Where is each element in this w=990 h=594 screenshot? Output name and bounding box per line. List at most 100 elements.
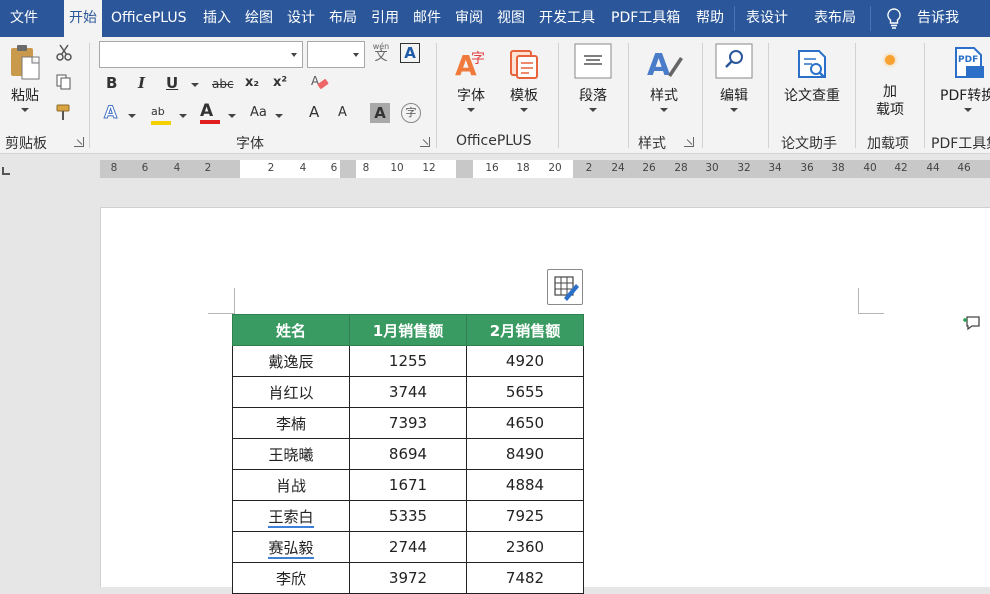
add-comment-icon[interactable] bbox=[963, 314, 981, 332]
tab-help[interactable]: 帮助 bbox=[696, 0, 724, 37]
paste-label: 粘贴 bbox=[11, 88, 39, 104]
bold-button[interactable]: B bbox=[106, 74, 117, 92]
tab-design[interactable]: 设计 bbox=[287, 0, 315, 37]
lightbulb-icon bbox=[887, 8, 901, 29]
tab-references[interactable]: 引用 bbox=[371, 0, 399, 37]
tab-view[interactable]: 视图 bbox=[497, 0, 525, 37]
tab-mailings[interactable]: 邮件 bbox=[413, 0, 441, 37]
table-cell[interactable]: 3744 bbox=[349, 376, 467, 408]
ruler-number: 44 bbox=[926, 162, 940, 174]
table-cell[interactable]: 5335 bbox=[349, 500, 467, 532]
dialog-launcher-icon[interactable] bbox=[74, 137, 84, 147]
tab-insert[interactable]: 插入 bbox=[203, 0, 231, 37]
chevron-down-icon[interactable] bbox=[191, 83, 199, 87]
italic-button[interactable]: I bbox=[138, 74, 145, 92]
template-icon bbox=[510, 50, 538, 79]
table-cell[interactable]: 4650 bbox=[466, 407, 584, 439]
tab-file[interactable]: 文件 bbox=[10, 0, 38, 37]
officeplus-font-button[interactable]: A 字 字体 bbox=[448, 47, 494, 112]
paste-button[interactable]: 粘贴 bbox=[4, 43, 46, 112]
table-cell[interactable]: 赛弘毅 bbox=[232, 531, 350, 563]
ribbon-panel: 粘贴 剪贴板 wén 文 A B I U abc x₂ x² A A ab A … bbox=[0, 37, 990, 154]
chevron-down-icon[interactable] bbox=[128, 114, 136, 118]
table-style-icon bbox=[554, 276, 579, 301]
subscript-button[interactable]: x₂ bbox=[245, 75, 259, 90]
group-label-font: 字体 bbox=[236, 136, 264, 152]
thesis-check-button[interactable]: 论文查重 bbox=[780, 47, 844, 105]
tab-developer[interactable]: 开发工具 bbox=[539, 0, 595, 37]
table-cell[interactable]: 王晓曦 bbox=[232, 438, 350, 470]
clear-formatting-icon[interactable]: A bbox=[310, 73, 330, 93]
font-size-combobox[interactable] bbox=[307, 41, 365, 68]
character-shading-button[interactable]: A bbox=[370, 103, 390, 123]
character-border-icon[interactable]: A bbox=[400, 43, 420, 63]
table-cell[interactable]: 李欣 bbox=[232, 562, 350, 594]
table-cell[interactable]: 8694 bbox=[349, 438, 467, 470]
tab-table-layout[interactable]: 表布局 bbox=[814, 0, 856, 37]
table-cell[interactable]: 1671 bbox=[349, 469, 467, 501]
chevron-down-icon[interactable] bbox=[179, 114, 187, 118]
tab-pdf-toolbox[interactable]: PDF工具箱 bbox=[611, 0, 680, 37]
table-cell[interactable]: 戴逸辰 bbox=[232, 345, 350, 377]
styles-button[interactable]: A 样式 bbox=[640, 45, 688, 112]
grow-font-button[interactable]: A bbox=[309, 103, 319, 121]
table-row: 王晓曦 8694 8490 bbox=[232, 438, 584, 470]
table-cell[interactable]: 8490 bbox=[466, 438, 584, 470]
tab-draw[interactable]: 绘图 bbox=[245, 0, 273, 37]
table-cell[interactable]: 李楠 bbox=[232, 407, 350, 439]
officeplus-template-button[interactable]: 模板 bbox=[502, 47, 546, 112]
table-cell[interactable]: 1255 bbox=[349, 345, 467, 377]
table-quick-layout-button[interactable] bbox=[547, 269, 583, 305]
dialog-launcher-icon[interactable] bbox=[684, 137, 694, 147]
tab-stop-selector-icon[interactable] bbox=[2, 167, 10, 175]
copy-icon[interactable] bbox=[55, 73, 73, 91]
table-cell[interactable]: 2744 bbox=[349, 531, 467, 563]
table-cell[interactable]: 7393 bbox=[349, 407, 467, 439]
tab-review[interactable]: 审阅 bbox=[455, 0, 483, 37]
pdf-icon-text: PDF bbox=[958, 55, 978, 65]
pdf-convert-button[interactable]: PDF PDF转换 bbox=[938, 45, 990, 112]
text-effects-button[interactable]: A bbox=[103, 103, 117, 124]
dialog-launcher-icon[interactable] bbox=[420, 137, 430, 147]
table-cell[interactable]: 7482 bbox=[466, 562, 584, 594]
underline-button[interactable]: U bbox=[166, 74, 178, 92]
header-jan-sales[interactable]: 1月销售额 bbox=[349, 314, 467, 346]
table-cell[interactable]: 3972 bbox=[349, 562, 467, 594]
addins-button[interactable]: 加 载项 bbox=[866, 55, 914, 119]
ruler-number: 36 bbox=[800, 162, 814, 174]
table-cell[interactable]: 2360 bbox=[466, 531, 584, 563]
tab-home[interactable]: 开始 bbox=[64, 0, 102, 37]
ruler-number: 6 bbox=[141, 162, 149, 174]
header-name[interactable]: 姓名 bbox=[232, 314, 350, 346]
officeplus-template-label: 模板 bbox=[510, 88, 538, 104]
tab-layout[interactable]: 布局 bbox=[329, 0, 357, 37]
table-cell[interactable]: 5655 bbox=[466, 376, 584, 408]
editing-button[interactable]: 编辑 bbox=[712, 43, 756, 112]
cut-icon[interactable] bbox=[55, 44, 73, 62]
table-cell[interactable]: 4884 bbox=[466, 469, 584, 501]
font-name-combobox[interactable] bbox=[99, 41, 303, 68]
paragraph-button[interactable]: 段落 bbox=[570, 43, 616, 112]
ruler-number: 28 bbox=[674, 162, 688, 174]
chevron-down-icon[interactable] bbox=[228, 114, 236, 118]
format-painter-icon[interactable] bbox=[55, 103, 73, 121]
phonetic-guide-icon[interactable]: wén 文 bbox=[370, 42, 392, 66]
chevron-down-icon bbox=[730, 108, 738, 112]
tab-table-design[interactable]: 表设计 bbox=[746, 0, 788, 37]
table-cell[interactable]: 7925 bbox=[466, 500, 584, 532]
highlight-color-button[interactable]: ab bbox=[151, 104, 173, 126]
table-cell[interactable]: 王索白 bbox=[232, 500, 350, 532]
table-cell[interactable]: 肖战 bbox=[232, 469, 350, 501]
enclose-characters-button[interactable]: 字 bbox=[401, 103, 421, 123]
superscript-button[interactable]: x² bbox=[273, 75, 287, 90]
table-cell[interactable]: 肖红以 bbox=[232, 376, 350, 408]
tell-me-search[interactable]: 告诉我 bbox=[917, 0, 959, 37]
shrink-font-button[interactable]: A bbox=[338, 105, 347, 120]
change-case-button[interactable]: Aa bbox=[250, 105, 267, 120]
tab-officeplus[interactable]: OfficePLUS bbox=[111, 0, 187, 37]
table-cell[interactable]: 4920 bbox=[466, 345, 584, 377]
chevron-down-icon[interactable] bbox=[275, 114, 283, 118]
header-feb-sales[interactable]: 2月销售额 bbox=[466, 314, 584, 346]
strikethrough-button[interactable]: abc bbox=[212, 77, 234, 91]
font-color-button[interactable]: A bbox=[200, 101, 222, 125]
